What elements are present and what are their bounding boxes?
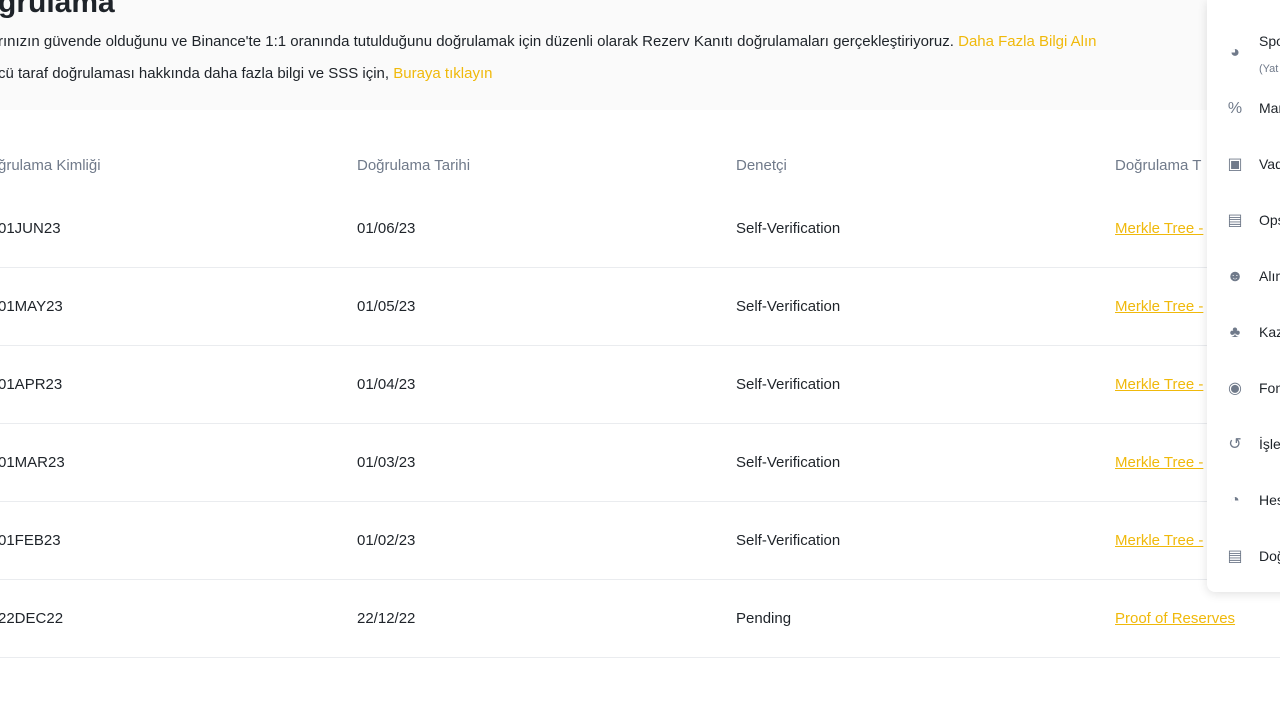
bot-icon: ☻ (1226, 268, 1244, 285)
click-here-link[interactable]: Buraya tıklayın (393, 65, 492, 82)
menu-item-label: Alım (1259, 268, 1280, 284)
verification-type-link[interactable]: Proof of Reserves (1115, 610, 1235, 627)
verification-date: 01/04/23 (357, 376, 416, 393)
options-icon: ▤ (1227, 212, 1243, 229)
menu-item-label: İşle (1259, 436, 1280, 452)
menu-item-label: Ops (1259, 212, 1280, 228)
verification-type-link[interactable]: Merkle Tree - (1115, 532, 1203, 549)
verification-date: 01/03/23 (357, 454, 416, 471)
verification-date: 01/06/23 (357, 220, 416, 237)
menu-item-label: Doğ (1259, 548, 1280, 564)
document-icon: ▤ (1227, 548, 1243, 565)
spot-wallet-icon: ◕ (1230, 44, 1240, 61)
verification-id: 01FEB23 (0, 532, 61, 549)
col-header-date: Doğrulama Tarihi (357, 157, 471, 174)
menu-item[interactable]: ▤ Doğ (1207, 529, 1280, 585)
menu-item[interactable]: ↺ İşle (1207, 417, 1280, 473)
col-header-id: ğrulama Kimliği (0, 157, 101, 174)
table-row: 22DEC22 22/12/22 Pending Proof of Reserves (0, 580, 1280, 658)
futures-icon: ▣ (1227, 156, 1243, 173)
funding-icon: ◉ (1228, 380, 1242, 397)
verification-id: 01APR23 (0, 376, 63, 393)
verification-date: 01/02/23 (357, 532, 416, 549)
table-row: 01FEB23 01/02/23 Self-Verification Merkle T… (0, 502, 1280, 580)
table-row: 01MAR23 01/03/23 Self-Verification Merkle T… (0, 424, 1280, 502)
verification-type-link[interactable]: Merkle Tree - (1115, 298, 1203, 315)
verification-id: 22DEC22 (0, 610, 64, 627)
auditor: Pending (736, 610, 792, 627)
table-row: 01JUN23 01/06/23 Self-Verification Merkle T… (0, 190, 1280, 268)
page-title: ğrulama (0, 0, 115, 19)
margin-percent-icon: % (1227, 100, 1243, 117)
auditor: Self-Verification (736, 220, 841, 237)
table-row: 01APR23 01/04/23 Self-Verification Merkle T… (0, 346, 1280, 424)
menu-item-label: Mar (1259, 100, 1280, 116)
menu-item[interactable]: ◔ Hes (1207, 473, 1280, 529)
wallet-dropdown-menu: ◕ Spo (Yat% Mar ▣ Vad ▤ Ops ☻ Alım ♣ Kaz ◉ Fon ↺ İşle ◔ H… (1207, 0, 1280, 592)
learn-more-link[interactable]: Daha Fazla Bilgi Alın (958, 33, 1096, 50)
menu-item[interactable]: ◕ Spo (Yat (1207, 25, 1280, 81)
auditor: Self-Verification (736, 532, 841, 549)
intro-text: rınızın güvende olduğunu ve Binance'te 1… (0, 33, 1097, 50)
auditor: Self-Verification (736, 454, 841, 471)
menu-item[interactable]: ▣ Vad (1207, 137, 1280, 193)
menu-item[interactable]: % Mar (1207, 81, 1280, 137)
menu-item-sublabel: (Yat (1259, 63, 1279, 75)
menu-item[interactable]: ▤ Ops (1207, 193, 1280, 249)
verification-id: 01MAR23 (0, 454, 65, 471)
menu-item[interactable]: ☻ Alım (1207, 249, 1280, 305)
faq-text: cü taraf doğrulaması hakkında daha fazla… (0, 65, 492, 82)
menu-item-label: Fon (1259, 380, 1280, 396)
menu-item-label: Spo (1259, 33, 1280, 49)
auditor: Self-Verification (736, 298, 841, 315)
verification-id: 01JUN23 (0, 220, 61, 237)
menu-item[interactable]: ♣ Kaz (1207, 305, 1280, 361)
intro-line2: cü taraf doğrulaması hakkında daha fazla… (0, 65, 394, 82)
verification-type-link[interactable]: Merkle Tree - (1115, 220, 1203, 237)
verification-type-link[interactable]: Merkle Tree - (1115, 376, 1203, 393)
menu-item-label: Vad (1259, 156, 1280, 172)
verification-id: 01MAY23 (0, 298, 63, 315)
col-header-type: Doğrulama T (1115, 157, 1202, 174)
hero-section: ğrulama rınızın güvende olduğunu ve Bina… (0, 0, 1280, 110)
col-header-auditor: Denetçi (736, 157, 787, 174)
verification-date: 01/05/23 (357, 298, 416, 315)
verification-type-link[interactable]: Merkle Tree - (1115, 454, 1203, 471)
menu-item-label: Kaz (1259, 324, 1280, 340)
auditor: Self-Verification (736, 376, 841, 393)
table-row: 01MAY23 01/05/23 Self-Verification Merkle T… (0, 268, 1280, 346)
menu-item[interactable]: ◉ Fon (1207, 361, 1280, 417)
intro-line1: rınızın güvende olduğunu ve Binance'te 1… (0, 33, 959, 50)
earn-piggy-icon: ♣ (1229, 324, 1241, 341)
account-pie-icon: ◔ (1230, 492, 1240, 509)
verification-date: 22/12/22 (357, 610, 416, 627)
transaction-history-icon: ↺ (1228, 436, 1242, 453)
menu-item-label: Hes (1259, 492, 1280, 508)
